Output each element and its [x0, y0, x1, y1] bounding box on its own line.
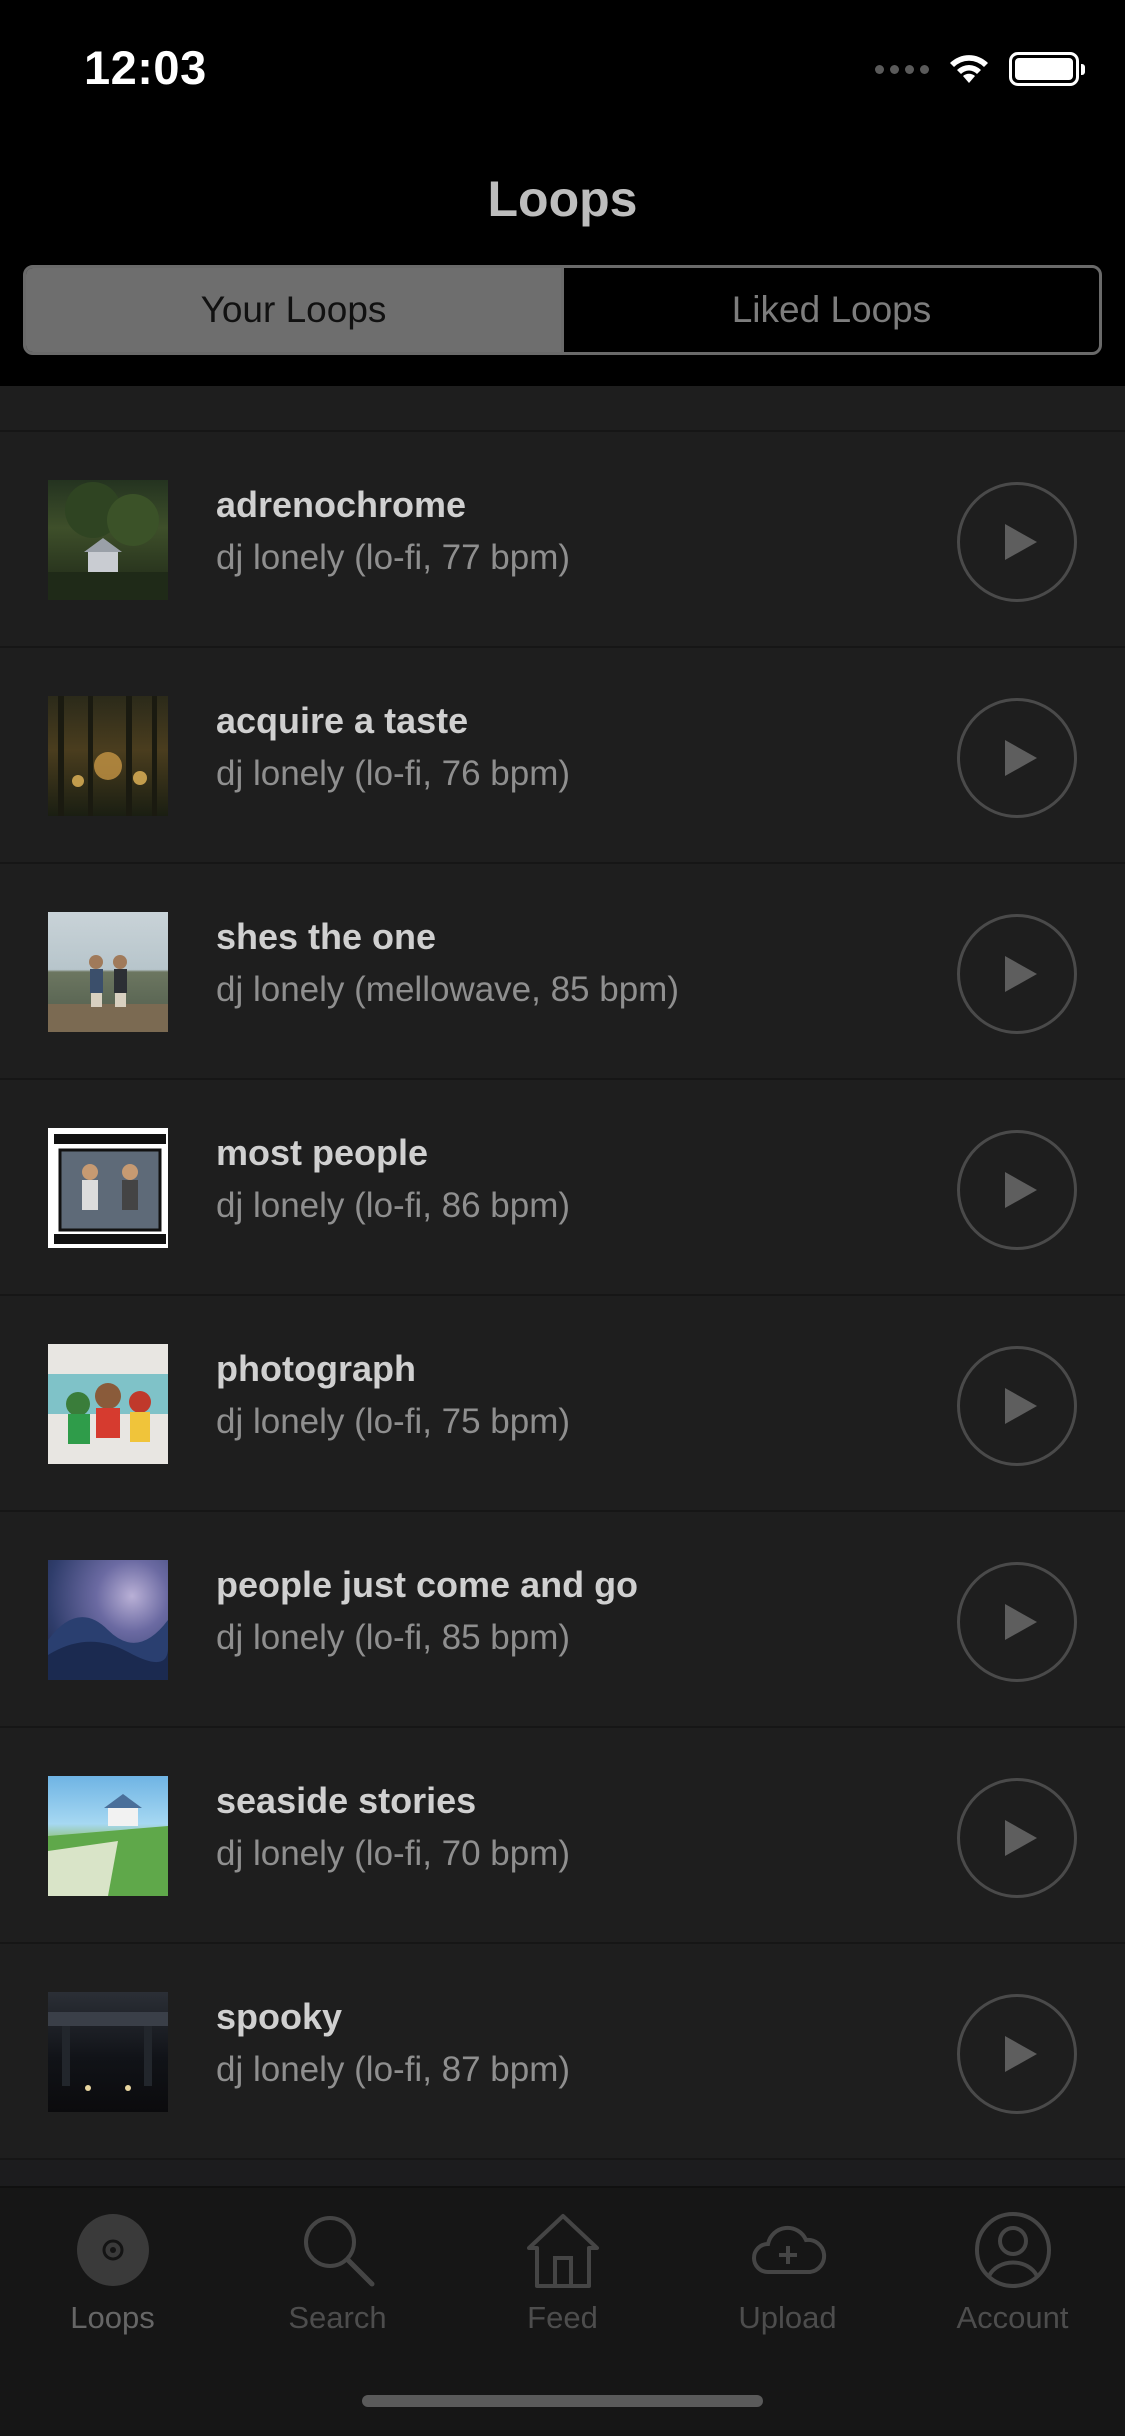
play-button[interactable] — [957, 1778, 1077, 1898]
loop-subtitle: dj lonely (mellowave, 85 bpm) — [216, 970, 679, 1009]
list-item[interactable]: most people dj lonely (lo-fi, 86 bpm) — [0, 1080, 1125, 1296]
battery-icon — [1009, 52, 1085, 86]
storm-wave-artwork — [48, 1560, 168, 1680]
list-item[interactable]: acquire a taste dj lonely (lo-fi, 76 bpm… — [0, 648, 1125, 864]
loop-subtitle: dj lonely (lo-fi, 76 bpm) — [216, 754, 571, 793]
play-icon — [1005, 1172, 1037, 1208]
play-icon — [1005, 740, 1037, 776]
loop-list[interactable]: adrenochrome dj lonely (lo-fi, 77 bpm) a… — [0, 386, 1125, 2186]
loop-subtitle: dj lonely (lo-fi, 87 bpm) — [216, 2050, 571, 2089]
tab-account[interactable]: Account — [900, 2208, 1125, 2348]
loop-title: adrenochrome — [216, 484, 467, 525]
play-button[interactable] — [957, 1562, 1077, 1682]
play-icon — [1005, 1388, 1037, 1424]
list-item[interactable]: adrenochrome dj lonely (lo-fi, 77 bpm) — [0, 432, 1125, 648]
play-icon — [1005, 2036, 1037, 2072]
list-item[interactable]: photograph dj lonely (lo-fi, 75 bpm) — [0, 1296, 1125, 1512]
segment-your-loops[interactable]: Your Loops — [26, 268, 561, 352]
loop-title: seaside stories — [216, 1780, 477, 1821]
play-button[interactable] — [957, 482, 1077, 602]
cloud-upload-icon — [746, 2208, 830, 2292]
loops-segmented-control: Your Loops Liked Loops — [23, 265, 1102, 355]
tab-label: Upload — [738, 2300, 837, 2335]
list-item[interactable]: seaside stories dj lonely (lo-fi, 70 bpm… — [0, 1728, 1125, 1944]
list-item[interactable]: shes the one dj lonely (mellowave, 85 bp… — [0, 864, 1125, 1080]
segment-liked-loops[interactable]: Liked Loops — [561, 268, 1099, 352]
list-item[interactable]: spooky dj lonely (lo-fi, 87 bpm) — [0, 1944, 1125, 2160]
play-icon — [1005, 956, 1037, 992]
loops-icon — [71, 2208, 155, 2292]
tab-feed[interactable]: Feed — [450, 2208, 675, 2348]
play-button[interactable] — [957, 1346, 1077, 1466]
tab-loops[interactable]: Loops — [0, 2208, 225, 2348]
mellowave-volume-2-artwork — [48, 1128, 168, 1248]
forest-lights-artwork — [48, 696, 168, 816]
night-bridge-artwork — [48, 1992, 168, 2112]
loop-subtitle: dj lonely (lo-fi, 70 bpm) — [216, 1834, 571, 1873]
search-icon — [296, 2208, 380, 2292]
home-icon — [521, 2208, 605, 2292]
loop-title: people just come and go — [216, 1564, 639, 1605]
loop-subtitle: dj lonely (lo-fi, 86 bpm) — [216, 1186, 571, 1225]
status-icons — [875, 52, 1085, 86]
play-icon — [1005, 524, 1037, 560]
seaside-cliff-house-artwork — [48, 1776, 168, 1896]
cartoon-characters-artwork — [48, 1344, 168, 1464]
play-button[interactable] — [957, 914, 1077, 1034]
tab-label: Feed — [527, 2300, 598, 2335]
loop-title: spooky — [216, 1996, 343, 2037]
loop-subtitle: dj lonely (lo-fi, 75 bpm) — [216, 1402, 571, 1441]
nav-header: Loops Your Loops Liked Loops — [0, 132, 1125, 386]
tab-search[interactable]: Search — [225, 2208, 450, 2348]
wifi-icon — [950, 55, 988, 83]
person-icon — [971, 2208, 1055, 2292]
status-time: 12:03 — [84, 41, 207, 94]
tab-label: Search — [288, 2300, 387, 2335]
page-title: Loops — [487, 171, 638, 227]
play-icon — [1005, 1604, 1037, 1640]
lake-pier-artwork — [48, 912, 168, 1032]
home-indicator — [362, 2395, 763, 2407]
loop-subtitle: dj lonely (lo-fi, 77 bpm) — [216, 538, 571, 577]
loop-subtitle: dj lonely (lo-fi, 85 bpm) — [216, 1618, 571, 1657]
play-button[interactable] — [957, 698, 1077, 818]
loop-title: acquire a taste — [216, 700, 469, 741]
loop-title: most people — [216, 1132, 429, 1173]
play-button[interactable] — [957, 1994, 1077, 2114]
tab-label: Loops — [70, 2300, 155, 2335]
forest-cabin-artwork — [48, 480, 168, 600]
tab-upload[interactable]: Upload — [675, 2208, 900, 2348]
play-button[interactable] — [957, 1130, 1077, 1250]
cellular-signal-icon — [875, 64, 929, 74]
loop-title: shes the one — [216, 916, 437, 957]
play-icon — [1005, 1820, 1037, 1856]
list-item[interactable]: people just come and go dj lonely (lo-fi… — [0, 1512, 1125, 1728]
tab-label: Account — [956, 2300, 1069, 2335]
loop-title: photograph — [216, 1348, 416, 1389]
list-item-partial[interactable] — [0, 386, 1125, 432]
status-bar: 12:03 — [0, 0, 1125, 132]
